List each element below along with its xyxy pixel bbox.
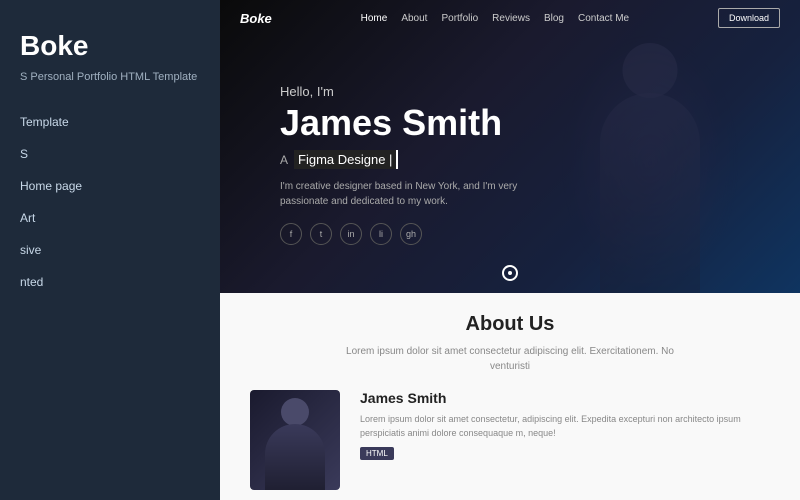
hero-greeting: Hello, I'm (280, 84, 760, 99)
nav-link-blog[interactable]: Blog (544, 13, 564, 24)
hero-description: I'm creative designer based in New York,… (280, 179, 560, 209)
sidebar-subtitle: S Personal Portfolio HTML Template (20, 70, 200, 85)
main-content: Boke Home About Portfolio Reviews Blog C… (220, 0, 800, 500)
sidebar-item-sive[interactable]: sive (20, 241, 200, 259)
sidebar-item-home-page[interactable]: Home page (20, 177, 200, 195)
about-title: About Us (466, 313, 555, 336)
about-section: About Us Lorem ipsum dolor sit amet cons… (220, 293, 800, 500)
about-person-text: Lorem ipsum dolor sit amet consectetur, … (360, 412, 770, 441)
navbar: Boke Home About Portfolio Reviews Blog C… (220, 0, 800, 36)
instagram-icon[interactable]: in (340, 223, 362, 245)
github-icon[interactable]: gh (400, 223, 422, 245)
hero-role-text: Figma Designe | (294, 150, 398, 169)
sidebar-item-template[interactable]: Template (20, 113, 200, 131)
nav-link-about[interactable]: About (401, 13, 427, 24)
twitter-icon[interactable]: t (310, 223, 332, 245)
sidebar: Boke S Personal Portfolio HTML Template … (0, 0, 220, 500)
facebook-icon[interactable]: f (280, 223, 302, 245)
social-icons: f t in li gh (280, 223, 760, 245)
hero-name: James Smith (280, 103, 760, 143)
about-info: James Smith Lorem ipsum dolor sit amet c… (360, 390, 770, 461)
sidebar-item-art[interactable]: Art (20, 209, 200, 227)
hero-body: Hello, I'm James Smith A Figma Designe |… (220, 36, 800, 293)
about-description: Lorem ipsum dolor sit amet consectetur a… (330, 344, 690, 374)
nav-link-home[interactable]: Home (361, 13, 388, 24)
nav-link-reviews[interactable]: Reviews (492, 13, 530, 24)
nav-link-portfolio[interactable]: Portfolio (441, 13, 478, 24)
scroll-indicator[interactable] (502, 265, 518, 281)
about-photo (250, 390, 340, 490)
hero-section: Boke Home About Portfolio Reviews Blog C… (220, 0, 800, 293)
sidebar-logo: Boke (20, 30, 200, 62)
hero-role-prefix: A (280, 153, 288, 167)
about-html-badge: HTML (360, 447, 394, 460)
download-button[interactable]: Download (718, 8, 780, 28)
nav-logo: Boke (240, 11, 272, 26)
nav-links: Home About Portfolio Reviews Blog Contac… (361, 13, 629, 24)
linkedin-icon[interactable]: li (370, 223, 392, 245)
nav-link-contact[interactable]: Contact Me (578, 13, 629, 24)
about-person-name: James Smith (360, 390, 770, 406)
hero-role-container: A Figma Designe | (280, 150, 760, 169)
sidebar-item-s[interactable]: S (20, 145, 200, 163)
sidebar-item-nted[interactable]: nted (20, 273, 200, 291)
about-body: James Smith Lorem ipsum dolor sit amet c… (250, 390, 770, 490)
